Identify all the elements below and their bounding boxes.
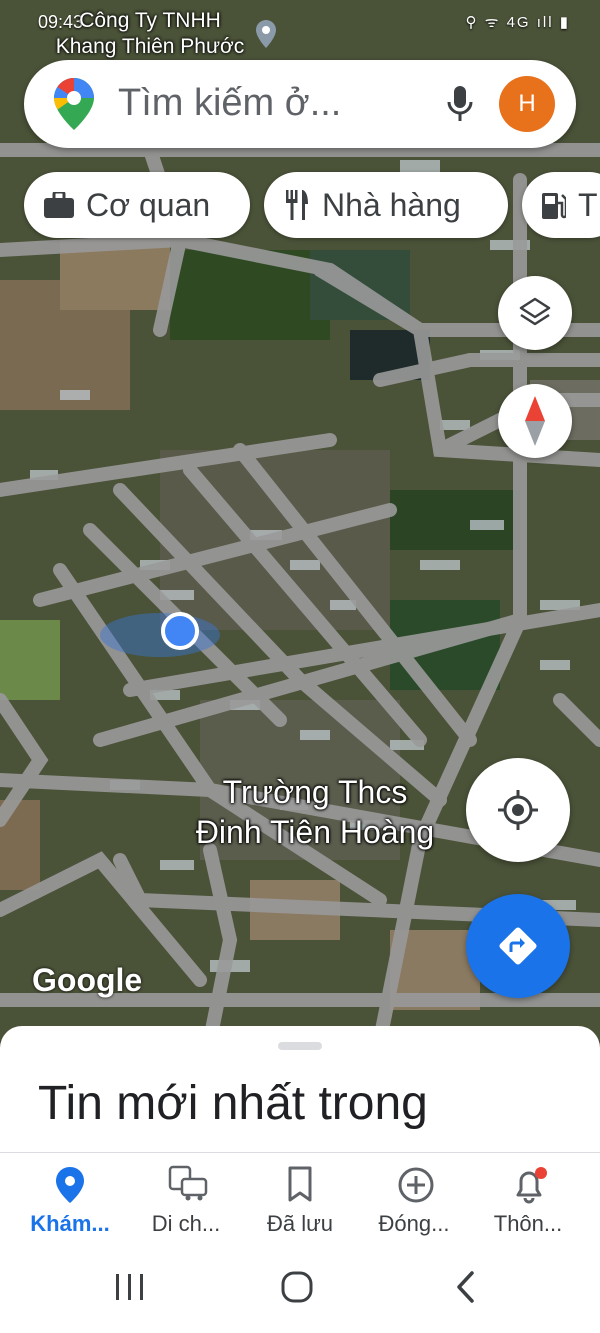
nav-label: Thôn... <box>493 1211 563 1236</box>
nav-label: Khám... <box>30 1211 110 1236</box>
place-pin-icon[interactable] <box>256 20 276 48</box>
restaurant-icon <box>286 190 308 220</box>
directions-icon <box>499 927 537 965</box>
satellite-imagery <box>0 0 600 1040</box>
nav-explore[interactable]: Khám... <box>10 1153 130 1243</box>
chip-workplace[interactable]: Cơ quan <box>24 172 250 238</box>
microphone-icon[interactable] <box>444 84 476 124</box>
bottom-navigation: Khám... Di ch... Đã lưu Đóng... Thôn... <box>0 1152 600 1243</box>
bookmark-icon <box>288 1166 312 1202</box>
account-avatar[interactable]: H <box>499 76 555 132</box>
nav-updates[interactable]: Thôn... <box>468 1153 588 1243</box>
sheet-title: Tin mới nhất trong <box>38 1077 428 1130</box>
nav-saved[interactable]: Đã lưu <box>240 1153 360 1243</box>
recent-apps-icon[interactable] <box>114 1272 146 1302</box>
my-location-icon <box>498 790 538 830</box>
system-navigation-bar <box>0 1242 600 1333</box>
add-circle-icon <box>398 1167 434 1203</box>
search-bar[interactable]: Tìm kiếm ở... H <box>24 60 576 148</box>
nav-label: Đã lưu <box>266 1211 334 1236</box>
bottom-sheet[interactable]: Tin mới nhất trong <box>0 1026 600 1154</box>
google-maps-logo-icon <box>54 78 94 130</box>
layers-icon <box>519 297 551 326</box>
nav-label: Di ch... <box>151 1211 221 1236</box>
chip-label: Cơ quan <box>86 186 211 223</box>
directions-button[interactable] <box>466 894 570 998</box>
nav-contribute[interactable]: Đóng... <box>354 1153 474 1243</box>
nav-label: Đóng... <box>378 1211 450 1236</box>
compass-icon <box>525 396 545 446</box>
nav-commute[interactable]: Di ch... <box>126 1153 246 1243</box>
google-watermark: Google <box>32 962 143 998</box>
notification-dot <box>535 1167 547 1179</box>
gas-station-icon <box>542 193 566 219</box>
chip-label: T <box>578 186 598 223</box>
back-icon[interactable] <box>454 1270 478 1304</box>
compass-button[interactable] <box>498 384 572 458</box>
commute-icon <box>168 1165 208 1201</box>
layers-button[interactable] <box>498 276 572 350</box>
notification-bell-icon <box>516 1167 547 1204</box>
chip-label: Nhà hàng <box>322 186 461 223</box>
chip-restaurants[interactable]: Nhà hàng <box>264 172 508 238</box>
search-input[interactable]: Tìm kiếm ở... <box>118 82 341 125</box>
home-icon[interactable] <box>280 1270 314 1304</box>
chip-gas[interactable]: T <box>522 172 600 238</box>
sheet-drag-handle[interactable] <box>278 1042 322 1050</box>
my-location-button[interactable] <box>466 758 570 862</box>
status-icons: ⚲ ᯤ 4G ıll ▮ <box>465 14 570 31</box>
explore-pin-icon <box>56 1167 84 1203</box>
map-place-label-company[interactable]: Công Ty TNHH Khang Thiên Phước <box>0 8 300 60</box>
map-place-label-school[interactable]: Trường Thcs Đinh Tiên Hoàng <box>170 772 460 852</box>
map-view[interactable]: 09:43 ⚲ ᯤ 4G ıll ▮ Công Ty TNHH Khang Th… <box>0 0 600 1040</box>
briefcase-icon <box>44 192 74 218</box>
